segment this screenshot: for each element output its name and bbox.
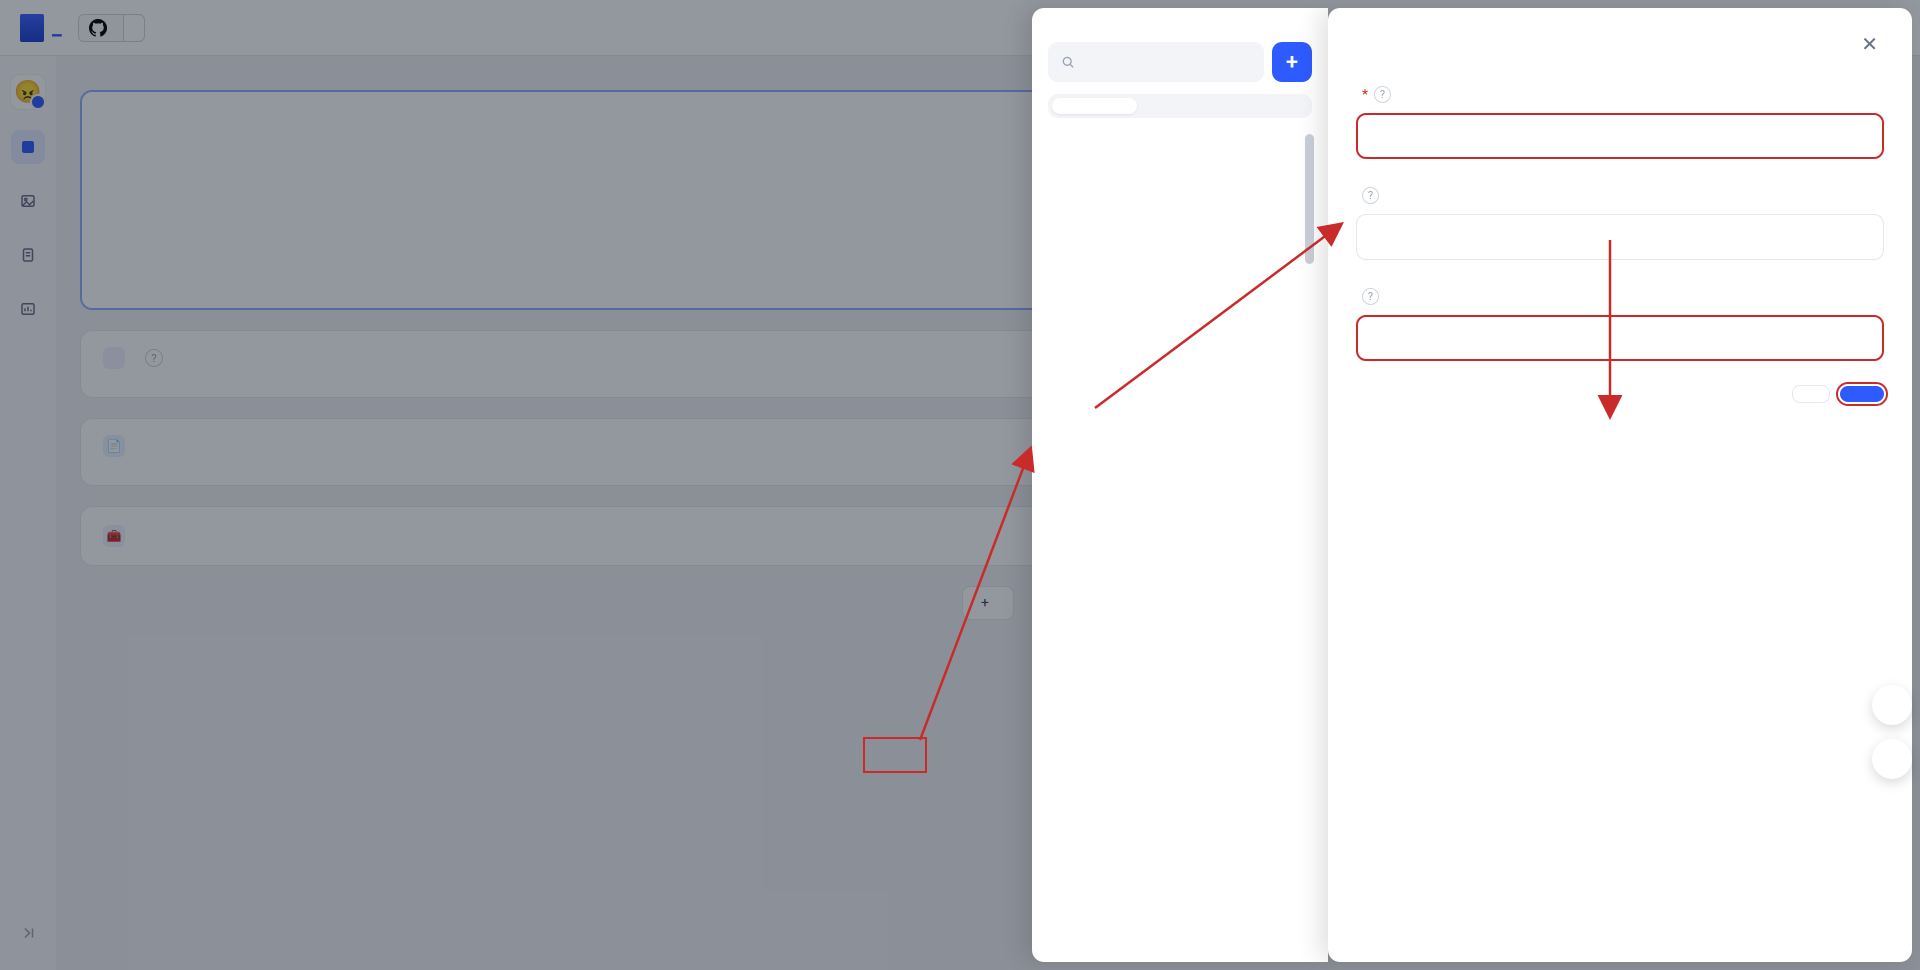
api-key-input[interactable] <box>1356 113 1884 159</box>
tool-tabs <box>1048 94 1312 118</box>
tool-list[interactable] <box>1044 128 1316 962</box>
tool-panel-title <box>1044 24 1316 42</box>
translate-button[interactable] <box>1872 685 1912 725</box>
field-api-key: * ? <box>1356 86 1884 159</box>
auth-panel: ✕ * ? ? ? <box>1328 8 1912 962</box>
search-icon <box>1060 53 1076 71</box>
field-base-url: ? <box>1356 288 1884 361</box>
remove-button[interactable] <box>1356 386 1364 402</box>
help-icon[interactable]: ? <box>1362 187 1379 204</box>
float-actions <box>1872 685 1912 779</box>
tab-custom[interactable] <box>1223 98 1308 114</box>
org-id-input[interactable] <box>1356 214 1884 260</box>
tool-search-input[interactable] <box>1084 53 1252 71</box>
help-icon[interactable]: ? <box>1374 86 1391 103</box>
tool-search[interactable] <box>1048 42 1264 82</box>
assistant-button[interactable] <box>1872 739 1912 779</box>
save-button[interactable] <box>1840 386 1884 402</box>
required-mark: * <box>1362 87 1368 103</box>
help-icon[interactable]: ? <box>1362 288 1379 305</box>
scrollbar-thumb[interactable] <box>1305 134 1314 264</box>
base-url-input[interactable] <box>1356 315 1884 361</box>
field-org-id: ? <box>1356 187 1884 260</box>
cancel-button[interactable] <box>1792 385 1830 403</box>
close-button[interactable]: ✕ <box>1855 30 1884 58</box>
tool-panel: + <box>1032 8 1328 962</box>
tab-all[interactable] <box>1052 98 1137 114</box>
tool-create-button[interactable]: + <box>1272 42 1312 82</box>
tab-builtin[interactable] <box>1137 98 1222 114</box>
